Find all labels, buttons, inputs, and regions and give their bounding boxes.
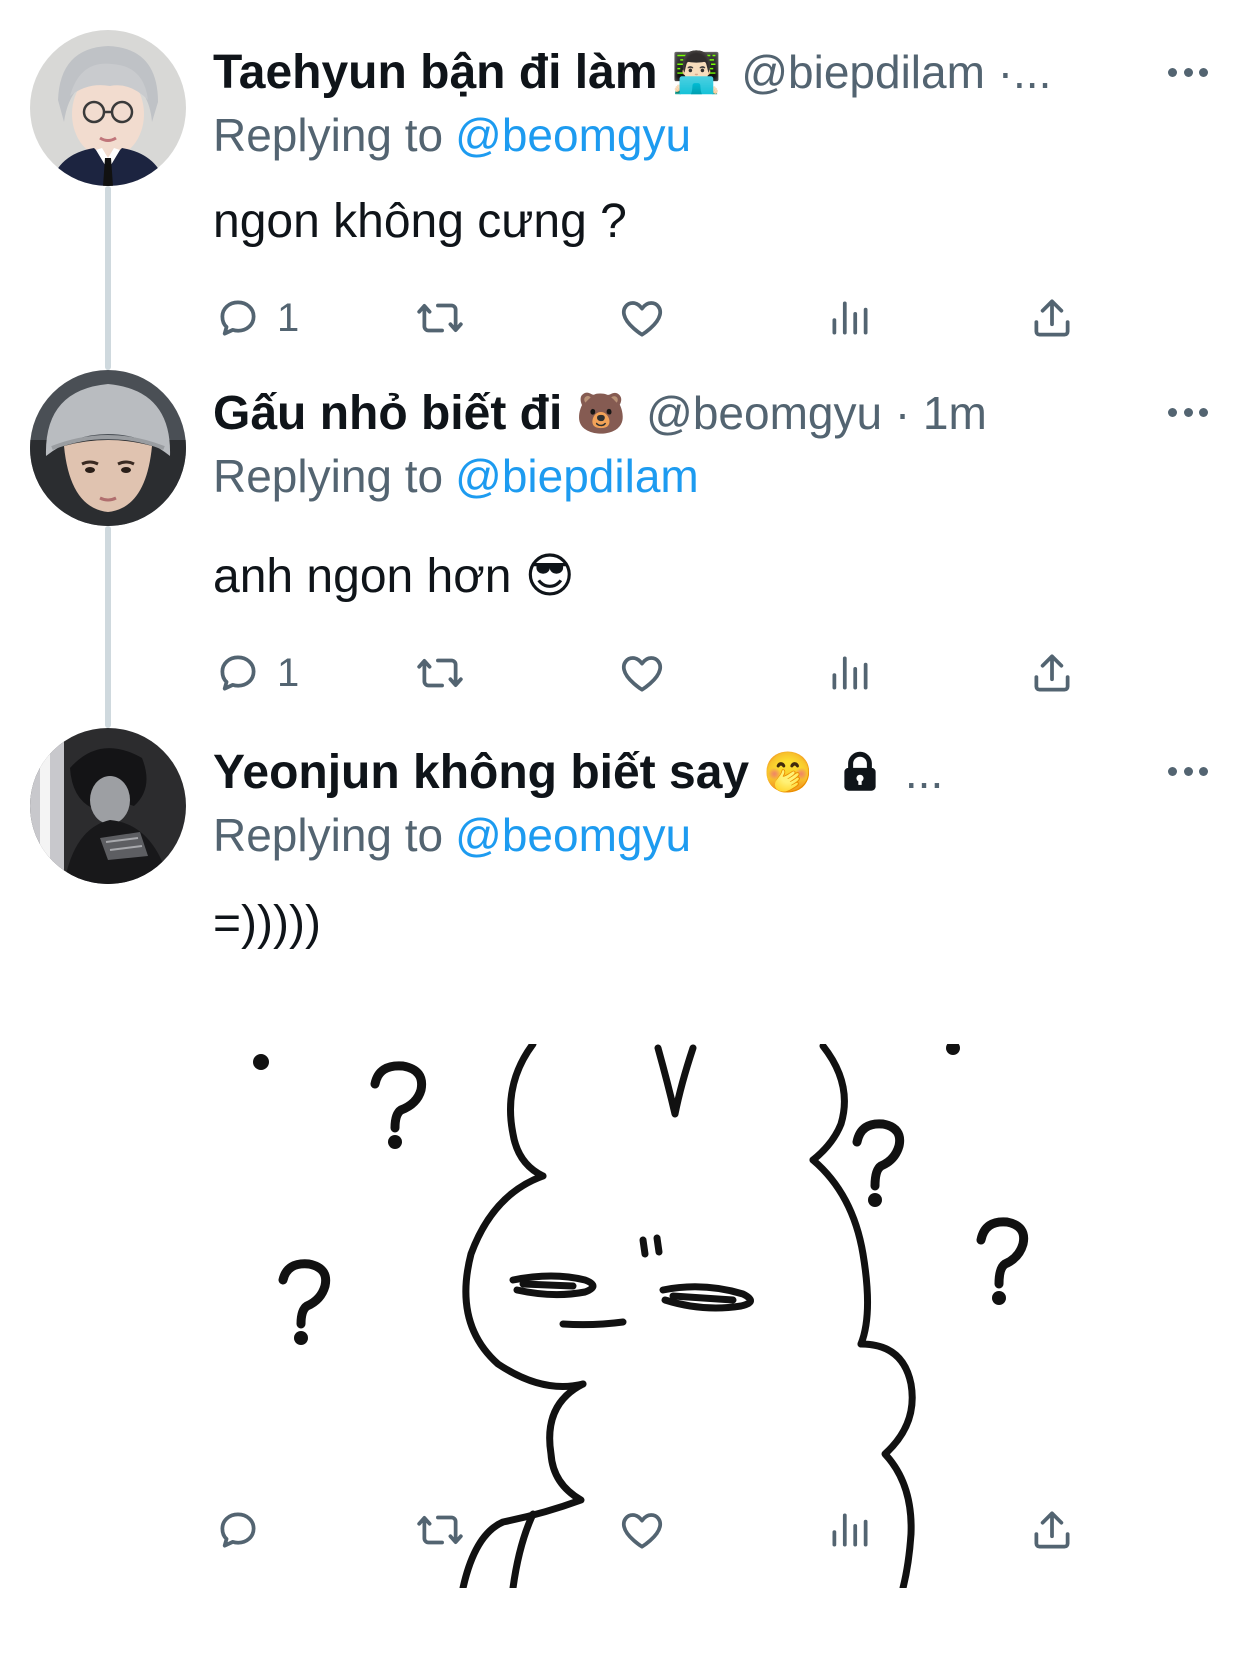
share-button[interactable] (1027, 643, 1077, 703)
views-button[interactable] (825, 1500, 875, 1560)
reply-icon (220, 655, 256, 691)
share-icon (1034, 299, 1070, 337)
replying-to-label: Replying to (213, 450, 444, 502)
heart-icon (621, 301, 663, 337)
more-icon[interactable] (1168, 751, 1208, 791)
action-bar: 1 (213, 643, 1103, 703)
bear-emoji: 🐻 (576, 390, 627, 437)
avatar[interactable] (30, 370, 186, 526)
lock-icon (835, 747, 885, 797)
retweet-icon (417, 1515, 463, 1545)
reply-count: 1 (277, 650, 300, 695)
tweet-text: ngon không cưng ? (213, 195, 627, 248)
display-name[interactable]: Yeonjun không biết say (213, 745, 749, 800)
reply-icon (220, 1512, 256, 1548)
reply-button[interactable]: 1 (213, 288, 299, 348)
share-button[interactable] (1027, 288, 1077, 348)
tweet-header: Taehyun bận đi làm 👨🏻‍💻 @biepdilam ·... (213, 42, 1051, 102)
display-name[interactable]: Gấu nhỏ biết đi (213, 386, 562, 441)
mention-link[interactable]: @beomgyu (455, 109, 691, 161)
tweet-header: Gấu nhỏ biết đi 🐻 @beomgyu · 1m (213, 383, 987, 443)
replying-to: Replying to @biepdilam (213, 449, 699, 503)
share-icon (1034, 1511, 1070, 1549)
share-button[interactable] (1027, 1500, 1077, 1560)
action-bar: 1 (213, 288, 1103, 348)
avatar[interactable] (30, 728, 186, 884)
retweet-button[interactable] (415, 1500, 465, 1560)
tweet-text: =))))) (213, 897, 321, 950)
views-icon (832, 301, 868, 335)
like-button[interactable] (617, 288, 667, 348)
display-name[interactable]: Taehyun bận đi làm (213, 45, 658, 100)
thread-line (105, 186, 111, 370)
retweet-icon (417, 658, 463, 688)
replying-to-label: Replying to (213, 109, 444, 161)
heart-icon (621, 656, 663, 692)
tweet-text: anh ngon hơn 😎 (213, 550, 575, 603)
hand-over-mouth-emoji: 🤭 (763, 749, 813, 796)
views-button[interactable] (825, 288, 875, 348)
share-icon (1034, 654, 1070, 692)
reply-count: 1 (277, 295, 300, 340)
reply-button[interactable] (213, 1500, 277, 1560)
retweet-button[interactable] (415, 643, 465, 703)
reply-button[interactable]: 1 (213, 643, 299, 703)
replying-to: Replying to @beomgyu (213, 108, 691, 162)
username-handle[interactable]: @biepdilam ·... (741, 45, 1051, 99)
retweet-button[interactable] (415, 288, 465, 348)
thread-line (105, 526, 111, 728)
more-icon[interactable] (1168, 52, 1208, 92)
laptop-person-emoji: 👨🏻‍💻 (671, 49, 722, 96)
views-icon (832, 1513, 868, 1547)
tweet-header: Yeonjun không biết say 🤭 ... (213, 742, 943, 802)
replying-to-label: Replying to (213, 809, 444, 861)
like-button[interactable] (617, 643, 667, 703)
views-button[interactable] (825, 643, 875, 703)
more-icon[interactable] (1168, 392, 1208, 432)
mention-link[interactable]: @beomgyu (455, 809, 691, 861)
retweet-icon (417, 303, 463, 333)
avatar[interactable] (30, 30, 186, 186)
views-icon (832, 656, 868, 690)
action-bar (213, 1500, 1103, 1560)
heart-icon (621, 1513, 663, 1549)
username-handle[interactable]: @beomgyu · 1m (646, 386, 987, 440)
reply-icon (220, 300, 256, 336)
username-handle[interactable]: ... (905, 745, 943, 799)
like-button[interactable] (617, 1500, 667, 1560)
mention-link[interactable]: @biepdilam (455, 450, 699, 502)
replying-to: Replying to @beomgyu (213, 808, 691, 862)
